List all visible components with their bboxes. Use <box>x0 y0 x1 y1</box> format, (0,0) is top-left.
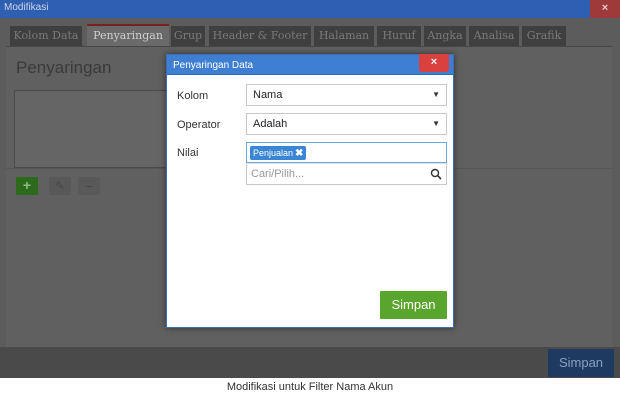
window-footer <box>0 347 620 378</box>
search-placeholder: Cari/Pilih... <box>251 168 305 180</box>
edit-filter-button[interactable]: ✎ <box>49 177 71 195</box>
tab-grafik[interactable]: Grafik <box>522 26 566 46</box>
remove-tag-icon[interactable]: ✖ <box>295 148 303 159</box>
filter-list-box <box>14 90 170 168</box>
dialog-save-button[interactable]: Simpan <box>380 291 447 319</box>
kolom-value: Nama <box>253 89 283 101</box>
nilai-search-input[interactable]: Cari/Pilih... <box>246 163 447 185</box>
value-tag-label: Penjualan <box>253 148 294 158</box>
pencil-icon: ✎ <box>54 179 66 193</box>
nilai-tag-input[interactable]: Penjualan ✖ <box>246 142 447 163</box>
kolom-label: Kolom <box>177 90 209 102</box>
window-close-button[interactable]: × <box>590 0 620 18</box>
tab-huruf[interactable]: Huruf <box>377 26 421 46</box>
tab-grup[interactable]: Grup <box>171 26 205 46</box>
operator-select[interactable]: Adalah ▼ <box>246 113 447 135</box>
tab-kolom-data[interactable]: Kolom Data <box>10 26 82 46</box>
chevron-down-icon: ▼ <box>432 119 440 128</box>
window-titlebar: Modifikasi × <box>0 0 620 18</box>
kolom-select[interactable]: Nama ▼ <box>246 84 447 106</box>
delete-filter-button[interactable]: − <box>78 177 100 195</box>
filter-data-dialog: Penyaringan Data × Kolom Nama ▼ Operator… <box>166 54 454 328</box>
dialog-titlebar: Penyaringan Data × <box>167 54 453 75</box>
value-tag: Penjualan ✖ <box>250 146 307 160</box>
tab-analisa[interactable]: Analisa <box>469 26 519 46</box>
tab-halaman[interactable]: Halaman <box>314 26 374 46</box>
add-filter-button[interactable]: + <box>16 177 38 195</box>
search-icon <box>430 168 442 180</box>
nilai-label: Nilai <box>177 147 199 159</box>
dialog-title: Penyaringan Data <box>173 60 254 71</box>
window-save-button[interactable]: Simpan <box>548 349 614 377</box>
window-title: Modifikasi <box>4 2 49 13</box>
dialog-close-button[interactable]: × <box>419 54 449 72</box>
tab-strip-divider <box>6 46 612 47</box>
tab-angka[interactable]: Angka <box>424 26 466 46</box>
plus-icon: + <box>22 177 32 193</box>
operator-label: Operator <box>177 119 221 131</box>
tab-penyaringan[interactable]: Penyaringan <box>87 24 169 46</box>
image-caption: Modifikasi untuk Filter Nama Akun <box>226 381 394 393</box>
chevron-down-icon: ▼ <box>432 90 440 99</box>
page-title: Penyaringan <box>16 58 112 77</box>
tab-header-footer[interactable]: Header & Footer <box>209 26 311 46</box>
minus-icon: − <box>84 178 94 194</box>
operator-value: Adalah <box>253 118 288 130</box>
